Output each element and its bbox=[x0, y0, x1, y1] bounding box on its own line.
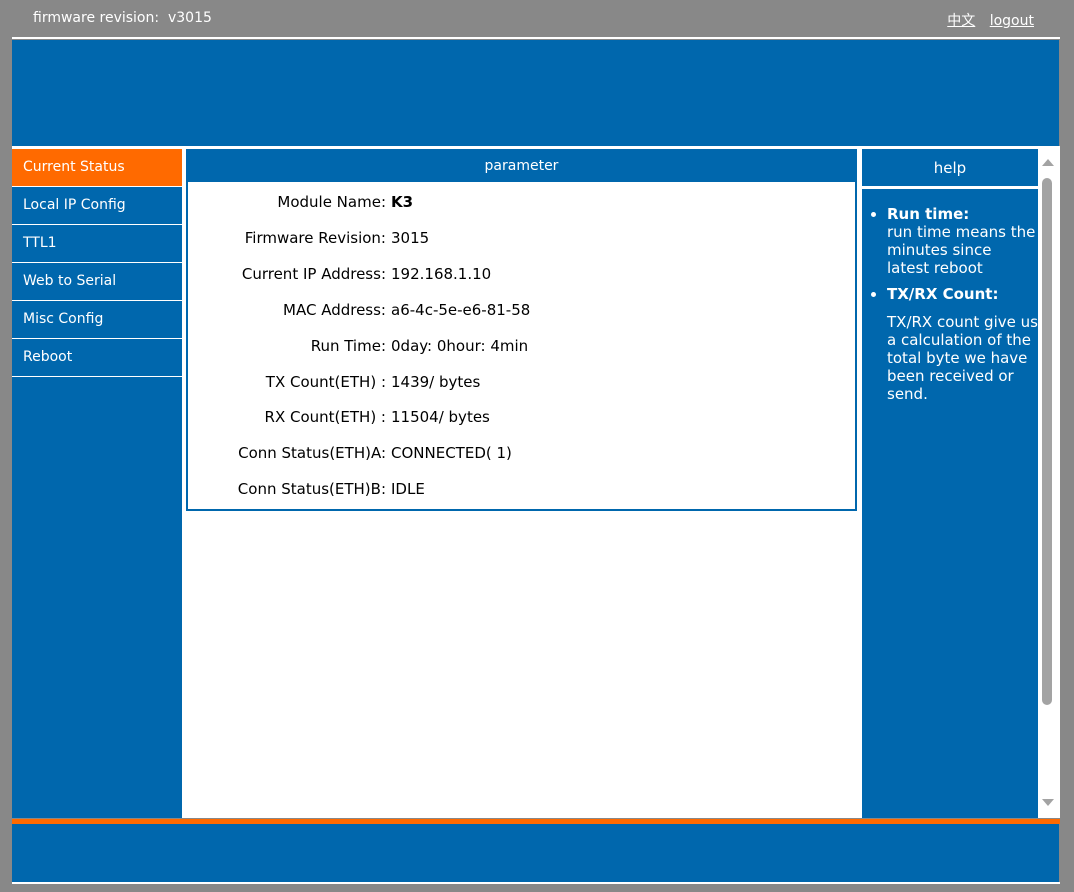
param-value: IDLE bbox=[391, 480, 425, 498]
param-value: 11504/ bytes bbox=[391, 408, 490, 426]
param-value: a6-4c-5e-e6-81-58 bbox=[391, 301, 531, 319]
param-label: Conn Status(ETH)B: bbox=[237, 480, 386, 498]
banner bbox=[12, 40, 1059, 146]
help-text: TX/RX count give us a calculation of the… bbox=[887, 313, 1038, 403]
sidebar-item-misc-config[interactable]: Misc Config bbox=[12, 301, 182, 339]
param-label: MAC Address: bbox=[283, 301, 386, 319]
top-bar: firmware revision: v3015 中文 logout bbox=[12, 2, 1059, 36]
sidebar-item-reboot[interactable]: Reboot bbox=[12, 339, 182, 377]
param-value: K3 bbox=[391, 193, 414, 211]
sidebar: Current Status Local IP Config TTL1 Web … bbox=[12, 149, 182, 818]
sidebar-item-local-ip-config[interactable]: Local IP Config bbox=[12, 187, 182, 225]
param-row-conn-status-b: Conn Status(ETH)B: IDLE bbox=[188, 480, 855, 504]
param-value: 3015 bbox=[391, 229, 430, 247]
param-label: TX Count(ETH) : bbox=[265, 373, 386, 391]
top-links: 中文 logout bbox=[937, 10, 1034, 30]
scroll-up-icon[interactable] bbox=[1042, 159, 1054, 166]
logout-link[interactable]: logout bbox=[990, 13, 1034, 29]
frame-divider bbox=[12, 37, 1060, 39]
param-row-run-time: Run Time: 0day: 0hour: 4min bbox=[188, 337, 855, 361]
sidebar-item-ttl1[interactable]: TTL1 bbox=[12, 225, 182, 263]
param-label: Conn Status(ETH)A: bbox=[238, 444, 386, 462]
param-label: RX Count(ETH) : bbox=[264, 408, 386, 426]
param-row-mac-address: MAC Address: a6-4c-5e-e6-81-58 bbox=[188, 301, 855, 325]
param-row-conn-status-a: Conn Status(ETH)A: CONNECTED( 1) bbox=[188, 444, 855, 468]
param-label: Current IP Address: bbox=[241, 265, 386, 283]
param-label: Module Name: bbox=[277, 193, 386, 211]
language-link[interactable]: 中文 bbox=[947, 13, 975, 29]
help-header: help bbox=[862, 149, 1038, 189]
help-list: Run time: run time means the minutes sin… bbox=[862, 205, 1038, 403]
help-text: run time means the minutes since latest … bbox=[887, 223, 1036, 277]
help-term: TX/RX Count: bbox=[887, 285, 999, 303]
param-value: CONNECTED( 1) bbox=[391, 444, 512, 462]
help-panel: help Run time: run time means the minute… bbox=[862, 149, 1038, 818]
scroll-down-icon[interactable] bbox=[1042, 799, 1054, 806]
param-label: Firmware Revision: bbox=[244, 229, 386, 247]
parameter-panel: parameter Module Name: K3 Firmware Revis… bbox=[186, 149, 857, 511]
parameter-header: parameter bbox=[188, 151, 855, 182]
scroll-thumb[interactable] bbox=[1042, 178, 1052, 705]
param-row-rx-count: RX Count(ETH) : 11504/ bytes bbox=[188, 408, 855, 432]
help-item-tx-rx-count: TX/RX Count: TX/RX count give us a calcu… bbox=[887, 285, 1038, 403]
scrollbar[interactable] bbox=[1038, 149, 1059, 818]
param-label: Run Time: bbox=[310, 337, 386, 355]
param-row-module-name: Module Name: K3 bbox=[188, 193, 855, 217]
help-item-run-time: Run time: run time means the minutes sin… bbox=[887, 205, 1038, 277]
param-value: 0day: 0hour: 4min bbox=[391, 337, 529, 355]
footer-divider bbox=[12, 882, 1060, 884]
param-row-firmware-revision: Firmware Revision: 3015 bbox=[188, 229, 855, 253]
help-term: Run time: bbox=[887, 205, 970, 223]
param-row-current-ip: Current IP Address: 192.168.1.10 bbox=[188, 265, 855, 289]
firmware-revision-label: firmware revision: v3015 bbox=[33, 10, 212, 26]
param-row-tx-count: TX Count(ETH) : 1439/ bytes bbox=[188, 373, 855, 397]
param-value: 192.168.1.10 bbox=[391, 265, 492, 283]
sidebar-item-current-status[interactable]: Current Status bbox=[12, 149, 182, 187]
param-value: 1439/ bytes bbox=[391, 373, 481, 391]
sidebar-item-web-to-serial[interactable]: Web to Serial bbox=[12, 263, 182, 301]
footer bbox=[12, 824, 1059, 882]
